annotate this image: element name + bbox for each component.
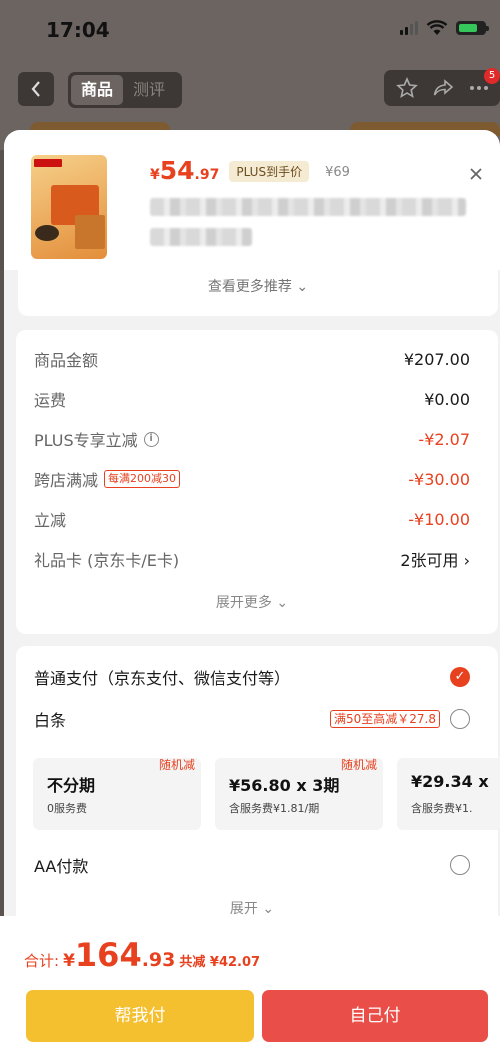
chevron-left-icon xyxy=(31,81,40,97)
checkout-sheet: ¥54.97 PLUS到手价 ¥69 查看更多推荐 ⌄ 商品金额 ¥207.00… xyxy=(4,130,500,1050)
checkout-footer: 合计: ¥ 164 .93 共减 ¥42.07 帮我付 自己付 xyxy=(0,916,500,1050)
product-thumbnail[interactable] xyxy=(31,155,107,259)
product-header: ¥54.97 PLUS到手价 ¥69 xyxy=(4,130,500,270)
original-price: ¥69 xyxy=(325,165,350,180)
unchecked-radio[interactable] xyxy=(450,855,470,875)
share-icon[interactable] xyxy=(432,77,454,99)
summary-row-instant-discount: 立减 -¥10.00 xyxy=(34,509,470,531)
cart-badge: 5 xyxy=(484,68,500,84)
battery-icon xyxy=(456,21,489,35)
more-recommend-link[interactable]: 查看更多推荐 ⌄ xyxy=(18,270,498,316)
summary-row-gift-card[interactable]: 礼品卡 (京东卡/E卡) 2张可用 › xyxy=(34,544,470,574)
status-time: 17:04 xyxy=(46,18,110,42)
status-icons xyxy=(400,20,489,36)
unchecked-radio[interactable] xyxy=(450,709,470,729)
tab-review[interactable]: 测评 xyxy=(123,75,175,105)
blurred-product-title xyxy=(150,198,466,216)
baitiao-promo-tag: 满50至高减￥27.8 xyxy=(330,710,440,728)
summary-row-cross-store: 跨店满减 每满200减30 -¥30.00 xyxy=(34,469,470,491)
summary-row-shipping: 运费 ¥0.00 xyxy=(34,389,470,411)
help-pay-button[interactable]: 帮我付 xyxy=(26,990,254,1042)
payment-baitiao-option[interactable]: 白条 满50至高减￥27.8 xyxy=(34,704,470,734)
total-discount: 共减 ¥42.07 xyxy=(179,955,261,970)
expand-more-link[interactable]: 展开更多 ⌄ xyxy=(4,592,500,612)
wifi-icon xyxy=(426,20,448,35)
payment-normal-option[interactable]: 普通支付（京东支付、微信支付等） ✓ xyxy=(34,662,470,692)
nav-actions xyxy=(384,70,500,106)
total-amount: 合计: ¥ 164 .93 共减 ¥42.07 xyxy=(24,936,261,974)
back-button[interactable] xyxy=(18,72,54,106)
status-bar: 17:04 xyxy=(0,0,500,60)
nav-tabs: 商品 测评 xyxy=(68,72,182,108)
self-pay-button[interactable]: 自己付 xyxy=(262,990,488,1042)
expand-link[interactable]: 展开 ⌄ xyxy=(4,898,500,918)
checked-icon[interactable]: ✓ xyxy=(450,667,470,687)
summary-row-amount: 商品金额 ¥207.00 xyxy=(34,349,470,371)
installment-option[interactable]: 随机减 ¥56.80 x 3期 含服务费¥1.81/期 xyxy=(215,758,383,830)
signal-icon xyxy=(400,21,418,35)
star-icon[interactable] xyxy=(396,77,418,99)
current-price: ¥54.97 xyxy=(150,156,220,185)
installment-option[interactable]: ¥29.34 x 含服务费¥1. xyxy=(397,758,500,830)
price-line: ¥54.97 PLUS到手价 ¥69 xyxy=(150,156,350,185)
plus-price-tag: PLUS到手价 xyxy=(229,161,310,182)
close-icon[interactable] xyxy=(468,166,484,182)
installment-option[interactable]: 随机减 不分期 0服务费 xyxy=(33,758,201,830)
tab-product[interactable]: 商品 xyxy=(71,75,124,105)
blurred-product-spec xyxy=(150,228,252,246)
promo-tag: 每满200减30 xyxy=(104,470,181,488)
info-icon[interactable]: i xyxy=(143,431,159,447)
summary-row-plus-discount: PLUS专享立减 i -¥2.07 xyxy=(34,429,470,451)
payment-aa-option[interactable]: AA付款 xyxy=(34,850,470,880)
